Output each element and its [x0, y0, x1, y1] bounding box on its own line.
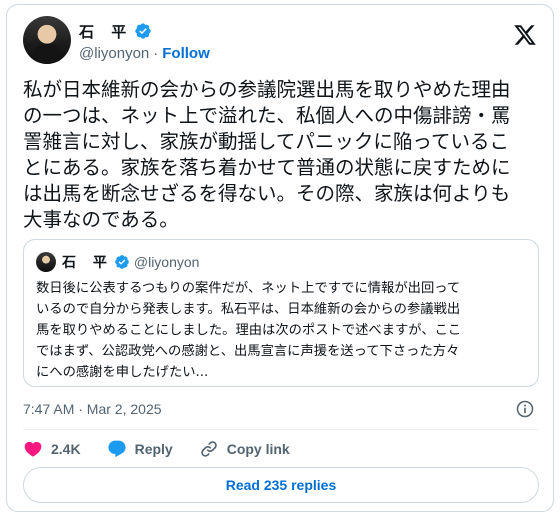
post-text: 私が日本維新の会からの参議院選出馬を取りやめた理由 の一つは、ネット上で溢れた、… — [23, 78, 511, 231]
quoted-avatar — [36, 252, 56, 272]
like-button[interactable]: 2.4K — [23, 439, 81, 459]
author-display-name[interactable]: 石 平 — [79, 21, 132, 42]
quoted-post[interactable]: 石 平 @liyonyon 数日後に公表するつもりの案件だが、ネット上ですでに情… — [23, 239, 539, 387]
reply-label: Reply — [134, 441, 173, 457]
author-name-row: 石 平 — [79, 21, 152, 41]
quoted-author-name: 石 平 — [62, 255, 113, 271]
post-header: 石 平 @liyonyon · Follow — [23, 15, 539, 67]
separator-dot: · — [153, 44, 159, 62]
post-card: 石 平 @liyonyon · Follow 私が日本維新の会からの参議院選出馬… — [6, 4, 554, 512]
heart-icon — [24, 441, 42, 457]
quoted-author-handle: @liyonyon — [133, 254, 200, 270]
info-icon[interactable] — [515, 399, 535, 419]
author-handle[interactable]: @liyonyon — [79, 45, 149, 62]
copy-link-button[interactable]: Copy link — [199, 439, 290, 459]
read-replies-button[interactable]: Read 235 replies — [23, 467, 539, 503]
copy-link-label: Copy link — [226, 441, 290, 457]
x-logo-icon[interactable] — [513, 23, 537, 47]
reply-bubble-icon — [108, 440, 126, 458]
verified-badge-icon — [115, 255, 129, 269]
link-icon — [200, 441, 217, 457]
divider — [23, 429, 539, 430]
reply-button[interactable]: Reply — [107, 439, 173, 459]
timestamp[interactable]: 7:47 AM · Mar 2, 2025 — [23, 401, 162, 417]
verified-badge-icon — [135, 23, 151, 39]
follow-button[interactable]: Follow — [162, 45, 210, 62]
read-replies-label: Read 235 replies — [225, 477, 337, 493]
like-count: 2.4K — [51, 441, 81, 457]
author-handle-row: @liyonyon · Follow — [79, 43, 210, 63]
quoted-post-header: 石 平 @liyonyon — [36, 252, 199, 272]
action-bar: 2.4K Reply Copy link — [23, 437, 539, 461]
post-meta: 7:47 AM · Mar 2, 2025 — [23, 398, 539, 420]
quoted-post-text: 数日後に公表するつもりの案件だが、ネット上ですでに情報が出回って いるので自分か… — [36, 281, 462, 380]
avatar[interactable] — [23, 16, 71, 64]
